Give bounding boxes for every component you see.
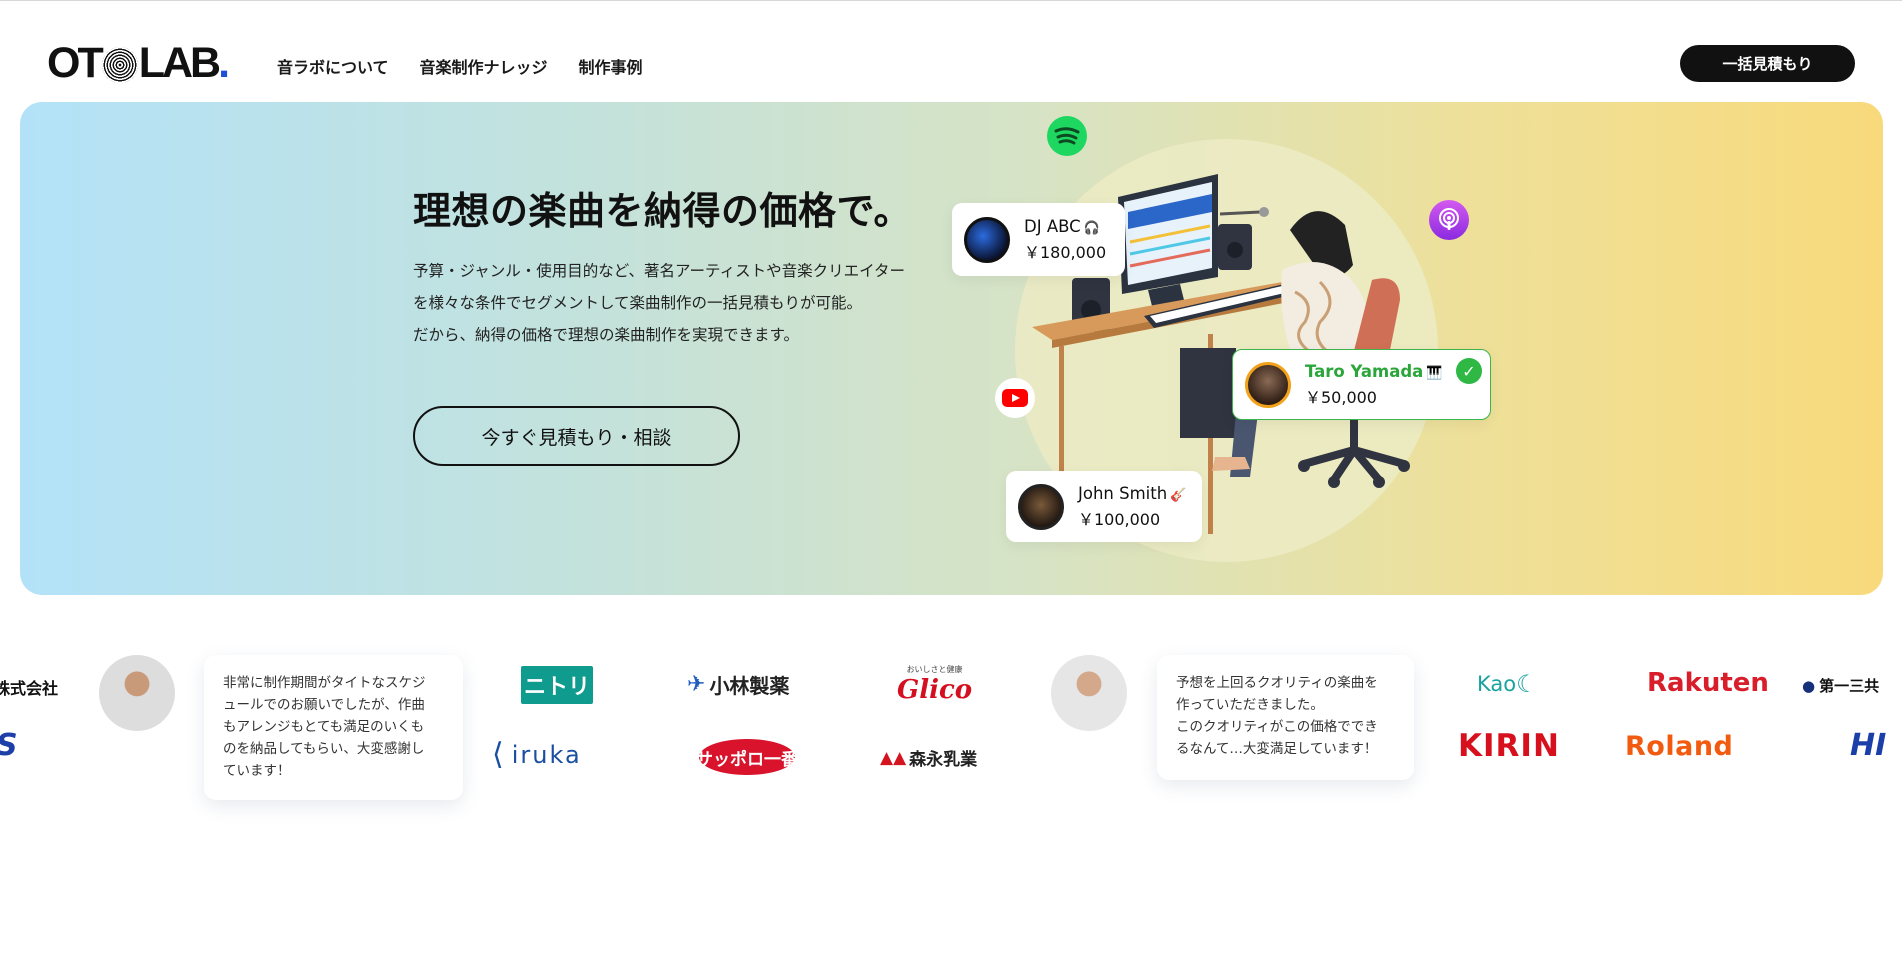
hero-section: 理想の楽曲を納得の価格で。 予算・ジャンル・使用目的など、著名アーティストや音楽… <box>20 102 1883 595</box>
kao-logo: Kao ☾ <box>1477 670 1538 698</box>
spotify-icon <box>1047 116 1087 156</box>
testimonial-text: のを納品してもらい、大変感謝し <box>223 741 425 757</box>
logo-text-left: OT <box>47 38 104 87</box>
daiichi-sankyo-logo: ● 第一三共 <box>1802 675 1879 696</box>
morinaga-wordmark: 森永乳業 <box>909 750 978 770</box>
testimonial-text: ています！ <box>223 763 291 779</box>
avatar <box>1018 483 1064 530</box>
iruka-logo: ⟨ iruka <box>492 737 582 772</box>
roland-logo: Roland <box>1625 731 1734 762</box>
testimonial-text: るなんて…大変満足しています！ <box>1176 741 1378 757</box>
creator-card-taro-yamada[interactable]: Taro Yamada 🎹 ￥50,000 ✓ <box>1232 349 1491 420</box>
check-icon: ✓ <box>1456 358 1482 384</box>
creator-name: DJ ABC <box>1024 216 1081 236</box>
record-disc-icon <box>101 47 138 83</box>
podcast-icon <box>1429 200 1469 240</box>
creator-card-john-smith[interactable]: John Smith 🎸 ￥100,000 <box>1006 471 1202 542</box>
moon-icon: ☾ <box>1516 670 1538 698</box>
studio-illustration: DJ ABC 🎧 ￥180,000 Taro Yamada 🎹 ￥50,000 ✓ … <box>20 102 1883 595</box>
sapporo-ichiban-logo: サッポロ一番 <box>696 739 798 775</box>
morinaga-logo: ▲▲ 森永乳業 <box>880 745 978 771</box>
kobayashi-mark-icon: ✈ <box>687 672 706 697</box>
creator-price: ￥180,000 <box>1024 242 1107 262</box>
creator-name: John Smith <box>1078 483 1168 503</box>
testimonial-text: もアレンジもとても満足のいくも <box>223 719 425 735</box>
nav-cases[interactable]: 制作事例 <box>579 54 643 78</box>
avatar <box>1245 361 1291 408</box>
rakuten-logo: Rakuten <box>1647 668 1769 698</box>
nitori-logo: ニトリ <box>521 666 593 704</box>
nav-knowledge[interactable]: 音楽制作ナレッジ <box>420 54 548 78</box>
producer-at-desk-illustration <box>1032 174 1410 534</box>
testimonial-bubble: 非常に制作期間がタイトなスケジ ュールでのお願いでしたが、作曲 もアレンジもとて… <box>204 655 463 800</box>
testimonial-text: 非常に制作期間がタイトなスケジ <box>223 675 426 691</box>
bulk-estimate-button[interactable]: 一括見積もり <box>1680 45 1855 82</box>
daiichi-mark-icon: ● <box>1802 676 1816 695</box>
iruka-wordmark: iruka <box>511 740 582 769</box>
logo-dot: . <box>218 38 230 87</box>
headphones-icon: 🎧 <box>1083 220 1100 236</box>
creator-price: ￥50,000 <box>1305 387 1377 407</box>
client-logo-strip: 株式会社 S 非常に制作期間がタイトなスケジ ュールでのお願いでしたが、作曲 も… <box>0 640 1902 820</box>
creator-price: ￥100,000 <box>1078 509 1161 529</box>
testimonial-avatar <box>99 655 175 731</box>
testimonial-text: このクオリティがこの価格ででき <box>1176 719 1378 735</box>
client-logo: S <box>0 728 18 763</box>
morinaga-mark-icon: ▲▲ <box>880 747 907 768</box>
glico-wordmark: Glico <box>897 675 973 705</box>
daiichi-wordmark: 第一三共 <box>1819 677 1880 695</box>
client-logo: 株式会社 <box>0 679 59 698</box>
kobayashi-wordmark: 小林製薬 <box>709 674 790 698</box>
testimonial-text: ュールでのお願いでしたが、作曲 <box>223 697 425 713</box>
kobayashi-logo: ✈ 小林製薬 <box>687 670 789 699</box>
testimonial-bubble: 予想を上回るクオリティの楽曲を 作っていただきました。 このクオリティがこの価格… <box>1157 655 1414 780</box>
glico-tagline: おいしさと健康 <box>906 665 963 674</box>
avatar <box>964 216 1010 263</box>
glico-logo: おいしさと健康 Glico <box>897 664 972 705</box>
top-border <box>0 0 1902 1</box>
testimonial-text: 予想を上回るクオリティの楽曲を <box>1176 675 1378 691</box>
youtube-icon <box>995 378 1035 418</box>
kao-wordmark: Kao <box>1477 672 1517 696</box>
main-nav: 音ラボについて 音楽制作ナレッジ 制作事例 <box>277 54 643 78</box>
piano-icon: 🎹 <box>1426 365 1443 381</box>
kirin-logo: KIRIN <box>1458 728 1560 764</box>
iruka-mark-icon: ⟨ <box>492 737 506 772</box>
creator-card-dj-abc[interactable]: DJ ABC 🎧 ￥180,000 <box>952 203 1125 276</box>
creator-name: Taro Yamada <box>1305 361 1424 381</box>
guitar-icon: 🎸 <box>1170 487 1187 503</box>
nav-about[interactable]: 音ラボについて <box>277 54 389 78</box>
otolab-logo[interactable]: OT LAB. <box>47 39 230 87</box>
logo-text-right: LAB <box>138 38 221 87</box>
testimonial-text: 作っていただきました。 <box>1176 697 1324 713</box>
testimonial-avatar <box>1051 655 1127 731</box>
client-logo: HI <box>1850 728 1887 763</box>
